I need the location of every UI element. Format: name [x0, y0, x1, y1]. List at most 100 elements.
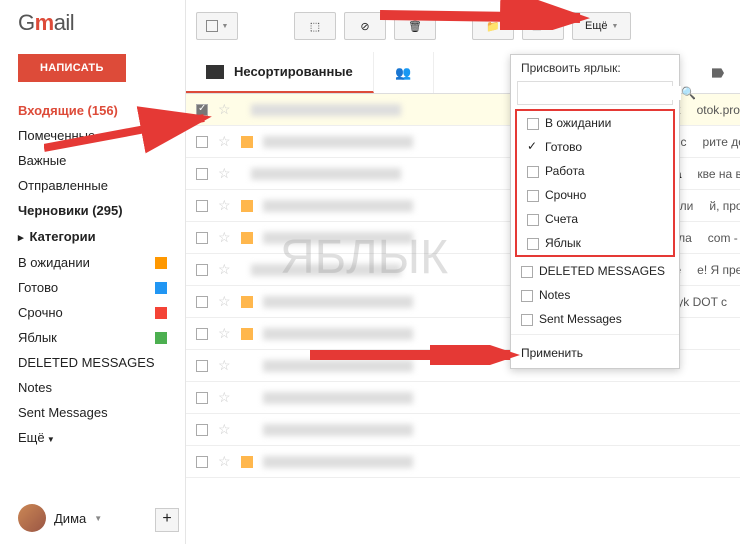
people-icon: 👥 — [395, 65, 411, 81]
sender — [263, 136, 413, 148]
label-option[interactable]: В ожидании — [517, 111, 673, 135]
label-name: Яблык — [18, 330, 57, 345]
star-icon[interactable]: ☆ — [218, 261, 231, 278]
sidebar-label-item[interactable]: Готово — [18, 275, 185, 300]
tail-text: otok.pro — [691, 103, 740, 117]
star-icon[interactable]: ☆ — [218, 325, 231, 342]
message-row[interactable]: ☆ — [186, 414, 740, 446]
message-row[interactable]: ☆ — [186, 446, 740, 478]
label-chip-icon — [241, 232, 253, 244]
label-option[interactable]: DELETED MESSAGES — [511, 259, 679, 283]
label-search[interactable]: 🔍 — [517, 81, 673, 105]
tail-text: кве на ва — [691, 167, 740, 181]
sender — [263, 200, 413, 212]
label-name: Notes — [18, 380, 52, 395]
row-checkbox[interactable] — [196, 392, 208, 404]
tail-text: com - Зд — [702, 231, 740, 245]
label-option[interactable]: Notes — [511, 283, 679, 307]
label-option[interactable]: Готово — [517, 135, 673, 159]
sender — [263, 456, 413, 468]
label-option[interactable]: Sent Messages — [511, 307, 679, 331]
row-checkbox[interactable] — [196, 264, 208, 276]
tab-primary[interactable]: Несортированные — [186, 52, 374, 93]
select-all-button[interactable] — [196, 12, 238, 40]
label-color-icon — [155, 257, 167, 269]
tab-social[interactable]: 👥 — [374, 52, 434, 93]
label-color-icon — [155, 282, 167, 294]
tail-text: й, прошу — [703, 199, 740, 213]
row-checkbox[interactable] — [196, 168, 208, 180]
annotation-arrow — [310, 345, 530, 365]
sidebar-label-item[interactable]: Срочно — [18, 300, 185, 325]
label-options-group2: DELETED MESSAGESNotesSent Messages — [511, 259, 679, 331]
star-icon[interactable]: ☆ — [218, 389, 231, 406]
nav-sent[interactable]: Отправленные — [18, 173, 185, 198]
row-checkbox[interactable] — [196, 456, 208, 468]
add-button[interactable]: + — [155, 508, 179, 532]
star-icon[interactable]: ☆ — [218, 165, 231, 182]
label-name: Срочно — [18, 305, 63, 320]
row-checkbox[interactable] — [196, 328, 208, 340]
sidebar-label-item[interactable]: В ожидании — [18, 250, 185, 275]
dropdown-title: Присвоить ярлык: — [511, 55, 679, 81]
label-name: В ожидании — [18, 255, 90, 270]
inbox-icon — [206, 65, 224, 79]
avatar — [18, 504, 46, 532]
more-link[interactable]: Ещё — [18, 425, 185, 450]
label-option[interactable]: Счета — [517, 207, 673, 231]
nav-drafts[interactable]: Черновики (295) — [18, 198, 185, 223]
label-search-input[interactable] — [526, 86, 681, 100]
sidebar-label-item[interactable]: Sent Messages — [18, 400, 185, 425]
label-name: DELETED MESSAGES — [18, 355, 155, 370]
tab-promotions[interactable] — [696, 52, 740, 93]
chevron-down-icon: ▼ — [94, 514, 102, 523]
user-name: Дима — [54, 511, 86, 526]
star-icon[interactable]: ☆ — [218, 453, 231, 470]
row-checkbox[interactable] — [196, 200, 208, 212]
label-option[interactable]: Срочно — [517, 183, 673, 207]
nav-categories[interactable]: Категории — [18, 223, 185, 250]
row-checkbox[interactable] — [196, 424, 208, 436]
message-row[interactable]: ☆ — [186, 382, 740, 414]
sender — [263, 392, 413, 404]
label-options-group1: В ожиданииГотовоРаботаСрочноСчетаЯблык — [517, 111, 673, 255]
star-icon[interactable]: ☆ — [218, 229, 231, 246]
label-chip-icon — [241, 456, 253, 468]
compose-button[interactable]: НАПИСАТЬ — [18, 54, 126, 82]
labels-list: В ожидании Готово Срочно Яблык DELETED MESSA… — [18, 250, 185, 425]
sidebar: Gmail НАПИСАТЬ Входящие (156) Помеченные… — [0, 0, 185, 544]
apply-label-button[interactable]: Применить — [511, 338, 679, 368]
sender — [263, 424, 413, 436]
sidebar-label-item[interactable]: DELETED MESSAGES — [18, 350, 185, 375]
label-color-icon — [155, 307, 167, 319]
sender — [263, 296, 413, 308]
label-dropdown: Присвоить ярлык: 🔍 В ожиданииГотовоРабот… — [510, 54, 680, 369]
row-checkbox[interactable] — [196, 296, 208, 308]
archive-button[interactable]: ⬚ — [294, 12, 336, 40]
label-chip-icon — [241, 296, 253, 308]
archive-icon: ⬚ — [310, 20, 320, 33]
sender — [263, 328, 413, 340]
spam-icon: ⊘ — [360, 20, 369, 33]
search-icon: 🔍 — [681, 86, 696, 100]
sidebar-label-item[interactable]: Яблык — [18, 325, 185, 350]
star-icon[interactable]: ☆ — [218, 357, 231, 374]
star-icon[interactable]: ☆ — [218, 197, 231, 214]
row-checkbox[interactable] — [196, 232, 208, 244]
tail-text: рите дого — [697, 135, 740, 149]
label-name: Sent Messages — [18, 405, 108, 420]
annotation-arrow — [380, 0, 600, 30]
user-box[interactable]: Дима ▼ — [18, 504, 102, 532]
label-color-icon — [155, 332, 167, 344]
star-icon[interactable]: ☆ — [218, 421, 231, 438]
sender — [251, 104, 401, 116]
sender — [251, 168, 401, 180]
sidebar-label-item[interactable]: Notes — [18, 375, 185, 400]
star-icon[interactable]: ☆ — [218, 293, 231, 310]
sender — [251, 264, 401, 276]
row-checkbox[interactable] — [196, 360, 208, 372]
label-option[interactable]: Яблык — [517, 231, 673, 255]
label-option[interactable]: Работа — [517, 159, 673, 183]
sender — [263, 232, 413, 244]
tab-label: Несортированные — [234, 64, 353, 79]
